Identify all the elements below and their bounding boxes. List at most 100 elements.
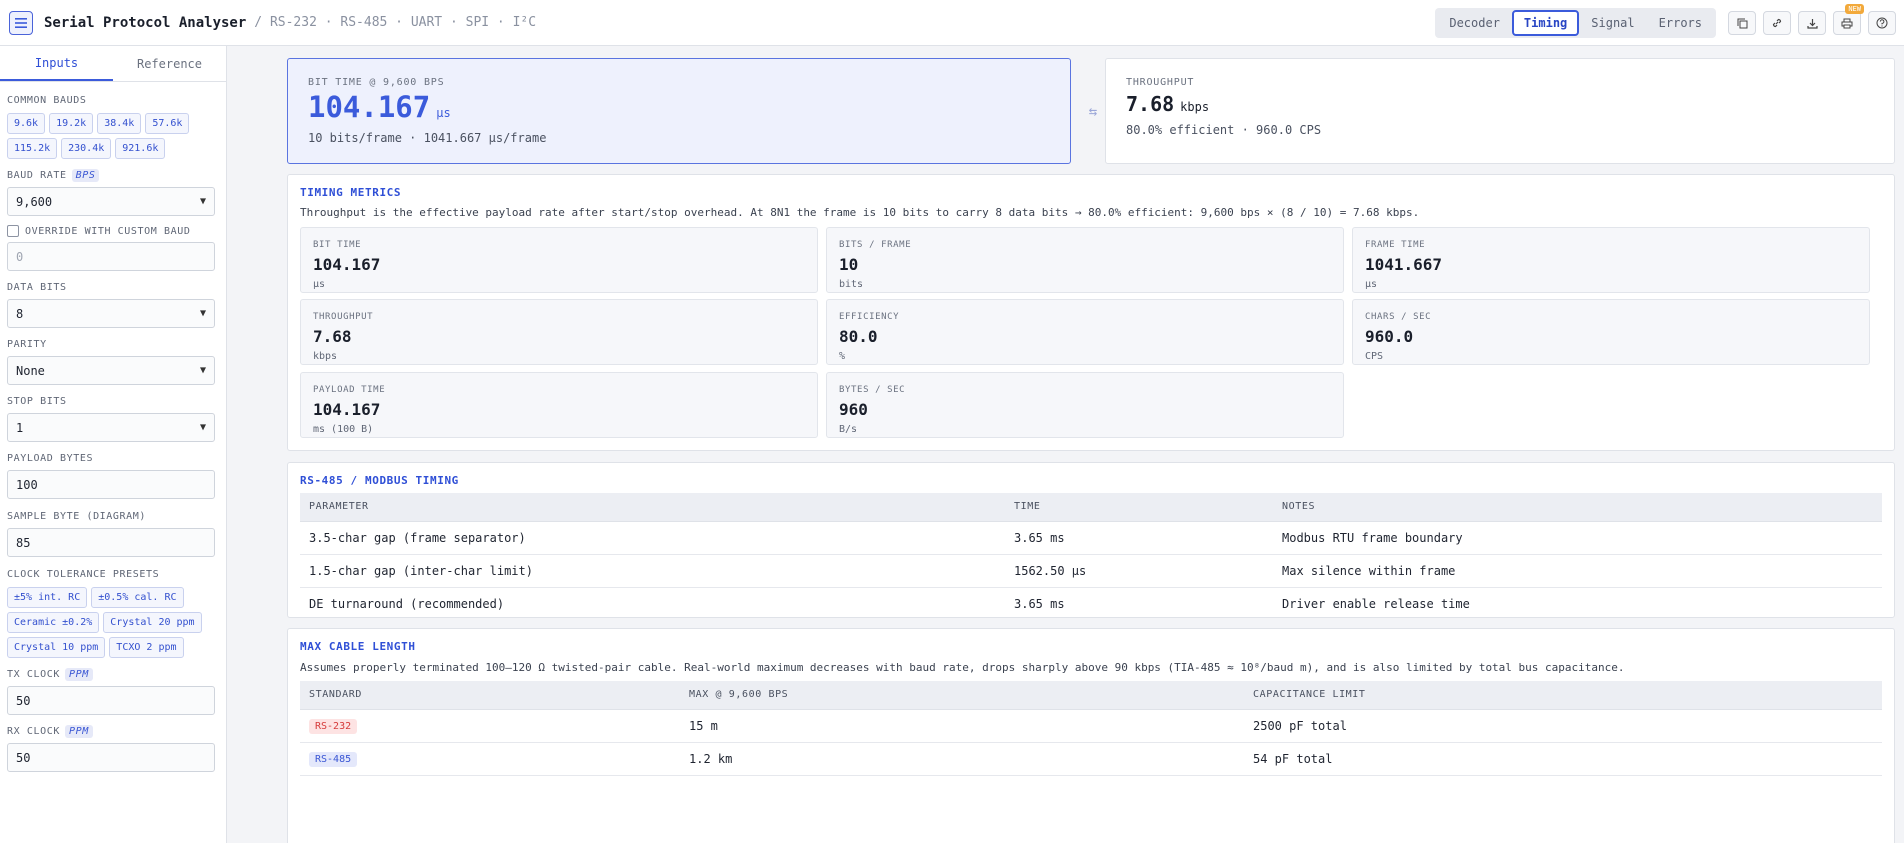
stop-bits-select[interactable]: 1 ▼ [7,413,215,442]
rx-clock-unit: PPM [64,724,93,738]
baud-chip[interactable]: 115.2k [7,138,58,159]
menu-button[interactable] [9,10,33,35]
payload-input[interactable]: 100 [7,470,215,499]
timing-metrics-title: TIMING METRICS [300,186,402,199]
metric-bits-frame: BITS / FRAME 10 bits [826,227,1344,293]
cell-time: 1562.50 µs [1005,554,1273,588]
baud-chip[interactable]: 921.6k [115,138,166,159]
metric-bit-time: BIT TIME 104.167 µs [300,227,818,293]
bit-time-value: 104.167 [308,90,431,124]
parity-select[interactable]: None ▼ [7,356,215,385]
rx-clock-input[interactable]: 50 [7,743,215,772]
cell-notes: Driver enable release time [1282,596,1470,611]
table-row: RS-232 15 m 2500 pF total [300,709,1882,743]
metric-unit: kbps [313,351,338,362]
tab-errors[interactable]: Errors [1647,10,1714,36]
throughput-label: THROUGHPUT [1126,77,1195,88]
tab-timing[interactable]: Timing [1511,10,1580,36]
metric-payload-time: PAYLOAD TIME 104.167 ms (100 B) [300,372,818,438]
tx-clock-input[interactable]: 50 [7,686,215,715]
cell-standard: RS-485 [300,742,680,776]
download-button[interactable] [1798,11,1826,35]
tab-decoder[interactable]: Decoder [1437,10,1512,36]
payload-value: 100 [16,477,38,492]
tolerance-chip[interactable]: Ceramic ±0.2% [7,612,100,633]
rx-clock-value: 50 [16,750,31,765]
bit-time-card: BIT TIME @ 9,600 BPS 104.167 µs 10 bits/… [287,58,1071,164]
custom-baud-input[interactable]: 0 [7,242,215,271]
rx-clock-label: RX CLOCK PPM [7,724,215,738]
column-header: CAPACITANCE LIMIT [1244,681,1882,710]
baud-chip[interactable]: 9.6k [7,113,46,134]
metric-value: 1041.667 [1365,255,1443,274]
cell-notes: Max silence within frame [1273,554,1882,588]
tx-clock-unit: PPM [64,667,93,681]
help-icon [1876,17,1888,29]
tolerance-chip[interactable]: ±0.5% cal. RC [91,587,184,608]
sample-byte-label: SAMPLE BYTE (DIAGRAM) [7,510,147,522]
tolerance-chip[interactable]: Crystal 20 ppm [103,612,202,633]
baud-chip[interactable]: 57.6k [145,113,190,134]
metric-value: 104.167 [313,255,381,274]
baud-chip[interactable]: 230.4k [61,138,112,159]
cell-standard: RS-232 [300,709,680,743]
tx-clock-label-text: TX CLOCK [7,668,60,680]
top-bar: Serial Protocol Analyser / RS-232 · RS-4… [0,0,1904,46]
metric-label: BYTES / SEC [839,385,906,395]
table-row: DE turnaround (recommended) 3.65 ms Driv… [300,587,1882,620]
link-icon [1772,18,1782,28]
payload-label: PAYLOAD BYTES [7,452,94,464]
override-checkbox[interactable] [7,225,19,237]
column-header: MAX @ 9,600 BPS [680,681,1244,710]
metric-unit: B/s [839,424,858,435]
throughput-sub: 80.0% efficient · 960.0 CPS [1126,123,1322,137]
data-bits-label: DATA BITS [7,281,67,293]
metric-efficiency: EFFICIENCY 80.0 % [826,299,1344,365]
tx-clock-value: 50 [16,693,31,708]
tolerance-chip[interactable]: ±5% int. RC [7,587,88,608]
metric-label: PAYLOAD TIME [313,385,386,395]
download-icon [1806,18,1818,29]
timing-metrics-card: TIMING METRICS Throughput is the effecti… [287,174,1895,451]
baud-chip[interactable]: 38.4k [97,113,142,134]
modbus-timing-card: RS-485 / MODBUS TIMING PARAMETER TIME NO… [287,462,1895,618]
sample-byte-input[interactable]: 85 [7,528,215,557]
tab-inputs[interactable]: Inputs [0,46,113,81]
column-header: NOTES [1273,493,1882,522]
modbus-timing-title: RS-485 / MODBUS TIMING [300,474,459,487]
metric-unit: bits [839,279,864,290]
table-row: 1.5-char gap (inter-char limit) 1562.50 … [300,554,1882,588]
help-button[interactable] [1868,11,1896,35]
metric-unit: µs [1365,279,1378,290]
cable-length-card: MAX CABLE LENGTH Assumes properly termin… [287,628,1895,843]
standard-badge: RS-485 [309,751,358,767]
standard-badge: RS-232 [309,718,358,734]
tolerance-label: CLOCK TOLERANCE PRESETS [7,568,160,580]
override-label: OVERRIDE WITH CUSTOM BAUD [25,225,191,237]
cell-max-length: 15 m [680,709,1244,743]
copy-button[interactable] [1728,11,1756,35]
modbus-timing-table: PARAMETER TIME NOTES 3.5-char gap (frame… [300,493,1882,620]
copy-icon [1737,18,1747,28]
data-bits-select[interactable]: 8 ▼ [7,299,215,328]
tolerance-chip[interactable]: Crystal 10 ppm [7,637,106,658]
stop-bits-value: 1 [16,420,24,435]
cable-length-title: MAX CABLE LENGTH [300,640,416,653]
metric-frame-time: FRAME TIME 1041.667 µs [1352,227,1870,293]
baud-rate-label: BAUD RATE BPS [7,168,215,182]
sidebar: Inputs Reference COMMON BAUDS 9.6k 19.2k… [0,46,227,843]
metric-unit: % [839,351,846,362]
baud-chip[interactable]: 19.2k [49,113,94,134]
print-button[interactable]: NEW [1833,4,1864,35]
parity-label: PARITY [7,338,47,350]
link-button[interactable] [1763,11,1791,35]
cell-parameter: DE turnaround (recommended) [309,596,505,611]
table-row: 3.5-char gap (frame separator) 3.65 ms M… [300,521,1882,555]
tab-reference[interactable]: Reference [113,46,226,81]
parity-value: None [16,363,45,378]
tolerance-chip[interactable]: TCXO 2 ppm [109,637,184,658]
hamburger-icon [15,17,27,28]
tab-signal[interactable]: Signal [1579,10,1646,36]
baud-rate-select[interactable]: 9,600 ▼ [7,187,215,216]
cell-time: 3.65 ms [1005,521,1273,555]
